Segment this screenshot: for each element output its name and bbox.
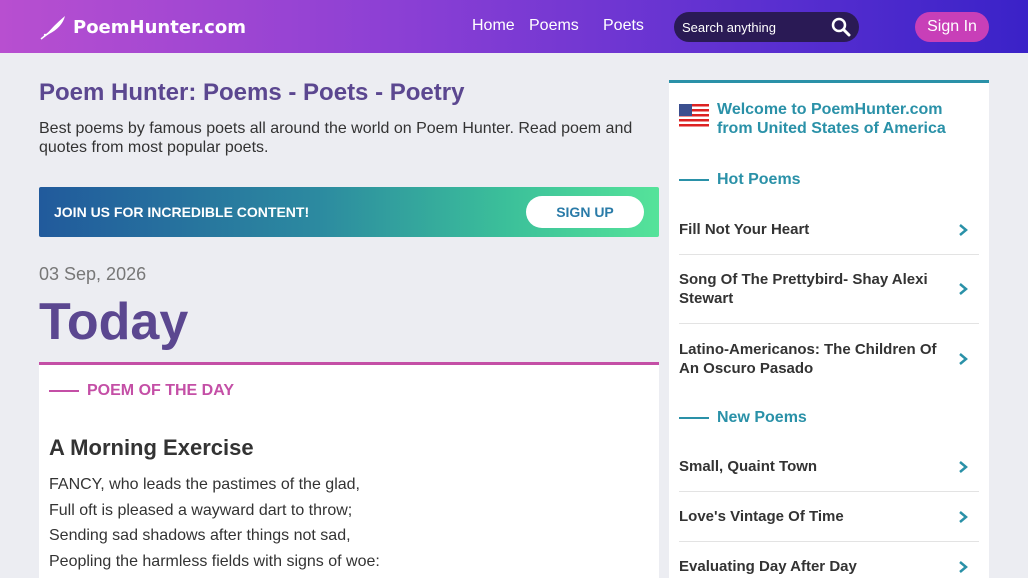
new-poem-item[interactable]: Evaluating Day After Day (679, 542, 979, 578)
sidebar: Welcome to PoemHunter.com from United St… (669, 80, 989, 578)
hot-poem-item[interactable]: Song Of The Prettybird- Shay Alexi Stewa… (679, 255, 979, 324)
nav-home[interactable]: Home (472, 17, 515, 35)
search-input[interactable] (682, 18, 822, 36)
section-divider (49, 390, 79, 392)
chevron-right-icon (959, 510, 968, 523)
poem-link-label: Small, Quaint Town (679, 458, 818, 475)
poem-title[interactable]: A Morning Exercise (49, 435, 254, 461)
top-header: PoemHunter.com Home Poems Poets Sign In (0, 0, 1028, 53)
chevron-right-icon (959, 223, 968, 236)
quill-logo-icon (40, 16, 65, 40)
nav-poets[interactable]: Poets (603, 17, 644, 35)
chevron-right-icon (959, 352, 968, 365)
poem-line: Peopling the harmless fields with signs … (49, 552, 380, 570)
logo-text: PoemHunter.com (73, 16, 246, 38)
join-banner: JOIN US FOR INCREDIBLE CONTENT! SIGN UP (39, 187, 659, 237)
sign-up-button[interactable]: SIGN UP (526, 196, 644, 228)
poem-link-label: Fill Not Your Heart (679, 221, 810, 238)
site-logo[interactable]: PoemHunter.com (39, 14, 246, 40)
new-poems-header: New Poems (679, 409, 807, 427)
search-icon[interactable] (831, 17, 851, 37)
chevron-right-icon (959, 460, 968, 473)
hot-poem-item[interactable]: Fill Not Your Heart (679, 205, 979, 255)
poem-body: FANCY, who leads the pastimes of the gla… (49, 472, 380, 574)
sign-in-button[interactable]: Sign In (915, 12, 989, 42)
hot-poems-label: Hot Poems (717, 171, 801, 188)
chevron-right-icon (959, 283, 968, 295)
hot-poems-header: Hot Poems (679, 171, 801, 189)
poem-link-label: Latino-Americanos: The Children Of An Os… (679, 340, 937, 377)
us-flag-icon (679, 104, 709, 128)
poem-line: Full oft is pleased a wayward dart to th… (49, 501, 353, 519)
poem-of-the-day-card: POEM OF THE DAY A Morning Exercise FANCY… (39, 362, 659, 578)
section-divider (679, 417, 709, 419)
new-poems-label: New Poems (717, 409, 807, 426)
welcome-message: Welcome to PoemHunter.com from United St… (679, 100, 967, 138)
current-date: 03 Sep, 2026 (39, 264, 147, 284)
poem-link-label: Love's Vintage Of Time (679, 508, 844, 525)
search-box (674, 12, 859, 42)
page-description: Best poems by famous poets all around th… (39, 120, 633, 156)
new-poem-item[interactable]: Small, Quaint Town (679, 442, 979, 492)
banner-text: JOIN US FOR INCREDIBLE CONTENT! (54, 204, 310, 220)
poem-of-the-day-label: POEM OF THE DAY (87, 382, 234, 399)
hot-poem-item[interactable]: Latino-Americanos: The Children Of An Os… (679, 324, 979, 393)
poem-of-the-day-header: POEM OF THE DAY (49, 382, 234, 400)
poem-link-label: Song Of The Prettybird- Shay Alexi Stewa… (679, 271, 928, 307)
poem-link-label: Evaluating Day After Day (679, 558, 857, 575)
chevron-right-icon (959, 560, 968, 573)
today-heading: Today (39, 293, 189, 351)
new-poem-item[interactable]: Love's Vintage Of Time (679, 492, 979, 542)
section-divider (679, 179, 709, 181)
poem-line: Sending sad shadows after things not sad… (49, 527, 351, 544)
page-title: Poem Hunter: Poems - Poets - Poetry (39, 79, 465, 106)
welcome-text: Welcome to PoemHunter.com from United St… (717, 101, 946, 137)
poem-line: FANCY, who leads the pastimes of the gla… (49, 476, 360, 493)
nav-poems[interactable]: Poems (529, 17, 579, 35)
